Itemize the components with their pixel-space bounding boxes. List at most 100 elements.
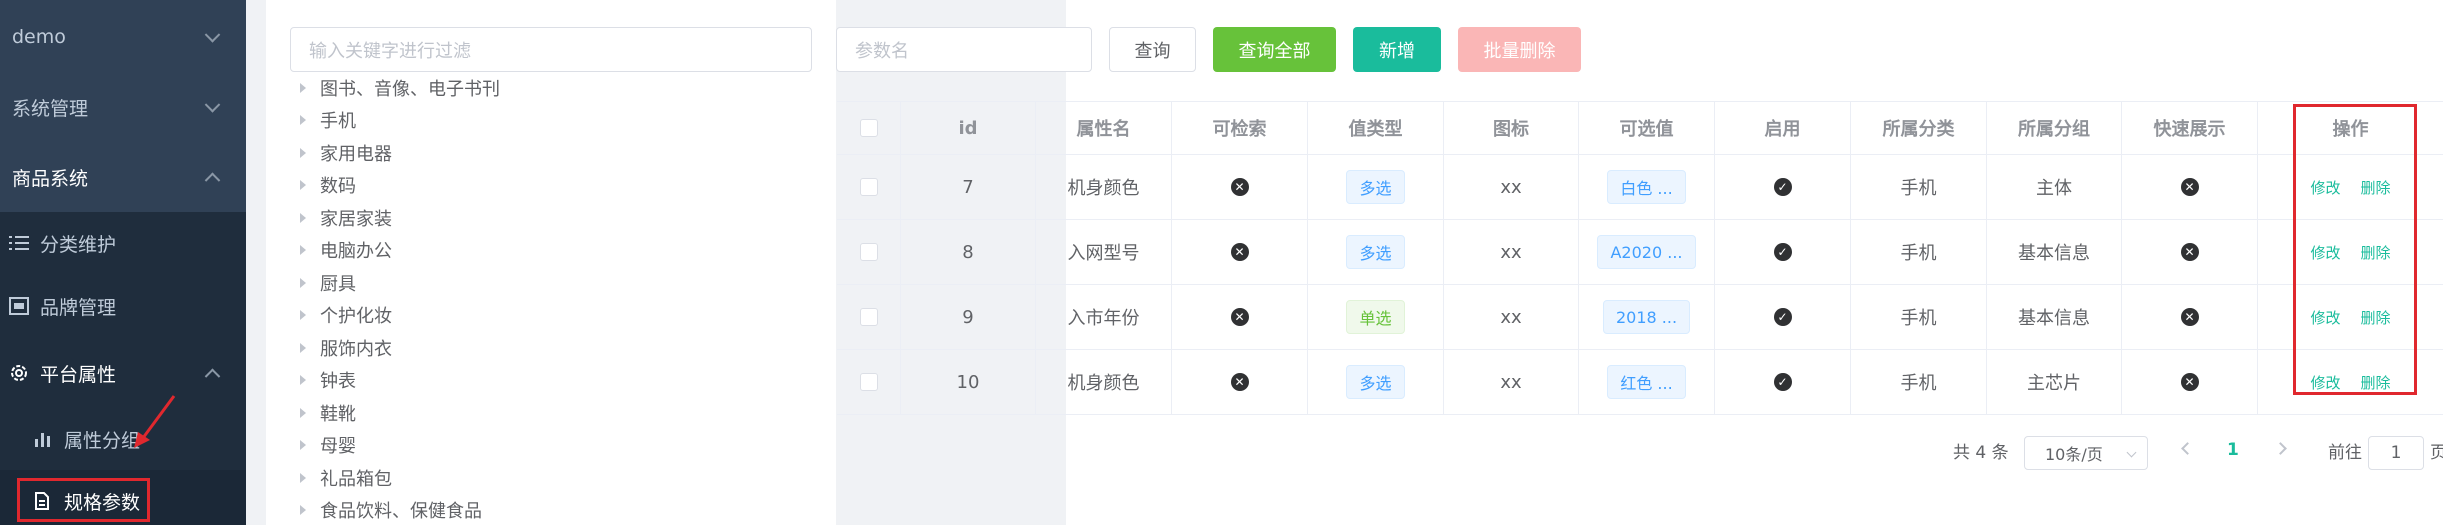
tree-node[interactable]: 家用电器 [300,137,392,169]
sidebar-item-label: 平台属性 [40,363,117,386]
cell-category: 手机 [1851,220,1987,284]
caret-right-icon [300,375,306,385]
icon-value: xx [1500,241,1522,263]
tree-node[interactable]: 手机 [300,104,356,136]
tree-filter-input[interactable]: 输入关键字进行过滤 [290,27,812,72]
header-category: 所属分类 [1851,102,1987,154]
sidebar-item-platform-attr[interactable]: 平台属性 [0,342,246,404]
caret-right-icon [300,115,306,125]
cell-group: 主芯片 [1987,350,2122,414]
row-checkbox[interactable] [859,308,878,326]
select-all-checkbox[interactable] [859,119,878,137]
header-enabled: 启用 [1715,102,1851,154]
query-button[interactable]: 查询 [1109,27,1196,72]
cell-values: A2020 ... [1579,220,1715,284]
sidebar-item-label: 分类维护 [40,233,117,256]
param-name-input[interactable]: 参数名 [836,27,1092,72]
add-button[interactable]: 新增 [1353,27,1441,72]
close-circle-icon: ✕ [1230,243,1249,261]
caret-right-icon [300,310,306,320]
cell-enabled: ✓ [1715,285,1851,349]
header-values: 可选值 [1579,102,1715,154]
caret-right-icon [300,83,306,93]
chevron-down-icon [204,97,221,113]
group-value: 基本信息 [2018,243,2090,264]
icon-value: xx [1500,176,1522,198]
cell-quick-show: ✕ [2122,155,2258,219]
row-checkbox[interactable] [859,373,878,391]
tree-node-label: 礼品箱包 [320,469,392,490]
values-tag: 2018 ... [1602,300,1691,334]
cell-searchable: ✕ [1172,350,1308,414]
tree-node[interactable]: 图书、音像、电子书刊 [300,72,500,104]
icon-value: xx [1500,306,1522,328]
query-all-button[interactable]: 查询全部 [1213,27,1336,72]
check-circle-icon: ✓ [1773,243,1792,261]
sidebar-item-product-system[interactable]: 商品系统 [0,146,246,208]
tree-node[interactable]: 母婴 [300,429,356,461]
caret-right-icon [300,180,306,190]
tree-node[interactable]: 钟表 [300,364,356,396]
value-type-tag: 多选 [1346,365,1405,399]
chevron-up-icon [204,172,221,189]
cell-category: 手机 [1851,155,1987,219]
sidebar-item-system[interactable]: 系统管理 [0,76,246,138]
row-checkbox[interactable] [859,178,878,196]
tree-node[interactable]: 家居家装 [300,202,392,234]
tree-node[interactable]: 服饰内衣 [300,332,392,364]
tree-node[interactable]: 个护化妆 [300,299,392,331]
page-size-select[interactable]: 10条/页 [2024,436,2148,470]
annotation-box-spec [17,478,150,522]
close-circle-icon: ✕ [2180,243,2199,261]
attr-name-value: 入市年份 [1067,308,1140,329]
page-size-value: 10条/页 [2045,445,2103,464]
cell-icon: xx [1444,285,1579,349]
sidebar-item-brand[interactable]: 品牌管理 [0,275,246,337]
caret-right-icon [300,343,306,353]
chevron-up-icon [204,368,221,385]
app-root: demo 系统管理 商品系统 分类维护 品牌管理 平台属性 属性分组 规格参数 … [0,0,2443,525]
tree-node[interactable]: 数码 [300,169,356,201]
tree-node[interactable]: 厨具 [300,267,356,299]
close-circle-icon: ✕ [2180,178,2199,196]
tree-node-label: 电脑办公 [320,241,392,262]
values-tag: A2020 ... [1597,235,1696,269]
sidebar-item-demo[interactable]: demo [0,6,246,68]
batch-delete-button[interactable]: 批量删除 [1458,27,1581,72]
icon-value: xx [1500,371,1522,393]
tree-node-label: 厨具 [320,274,356,295]
close-circle-icon: ✕ [1230,373,1249,391]
cell-values: 2018 ... [1579,285,1715,349]
sidebar-item-attr-group[interactable]: 属性分组 [0,408,246,470]
id-value: 9 [962,306,974,328]
caret-right-icon [300,505,306,515]
close-circle-icon: ✕ [2180,308,2199,326]
cell-group: 主体 [1987,155,2122,219]
group-value: 主体 [2036,178,2072,199]
attr-name-value: 机身颜色 [1067,373,1140,394]
chevron-down-icon [2126,447,2137,458]
goto-page-input[interactable]: 1 [2368,436,2424,470]
sidebar-item-label: 商品系统 [12,167,89,190]
annotation-box-actions [2293,104,2417,395]
id-value: 8 [962,241,974,263]
cell-values: 红色 ... [1579,350,1715,414]
caret-right-icon [300,148,306,158]
tree-node[interactable]: 食品饮料、保健食品 [300,494,482,525]
check-circle-icon: ✓ [1773,308,1792,326]
caret-right-icon [300,440,306,450]
row-checkbox[interactable] [859,243,878,261]
tree-node[interactable]: 礼品箱包 [300,462,392,494]
category-value: 手机 [1900,178,1937,199]
tree-node-label: 服饰内衣 [320,339,392,360]
sidebar: demo 系统管理 商品系统 分类维护 品牌管理 平台属性 属性分组 规格参数 [0,0,246,525]
check-circle-icon: ✓ [1773,178,1792,196]
table-row: 9 入市年份 ✕ 单选 xx 2018 ... ✓ 手机 基本信息 ✕ 修改 删除 [837,285,2443,350]
tree-node-label: 食品饮料、保健食品 [320,501,482,522]
tree-node[interactable]: 电脑办公 [300,234,392,266]
current-page[interactable]: 1 [2227,432,2239,468]
id-value: 7 [962,176,974,198]
tree-node[interactable]: 鞋靴 [300,397,356,429]
cell-value-type: 多选 [1308,350,1444,414]
sidebar-item-category[interactable]: 分类维护 [0,212,246,274]
